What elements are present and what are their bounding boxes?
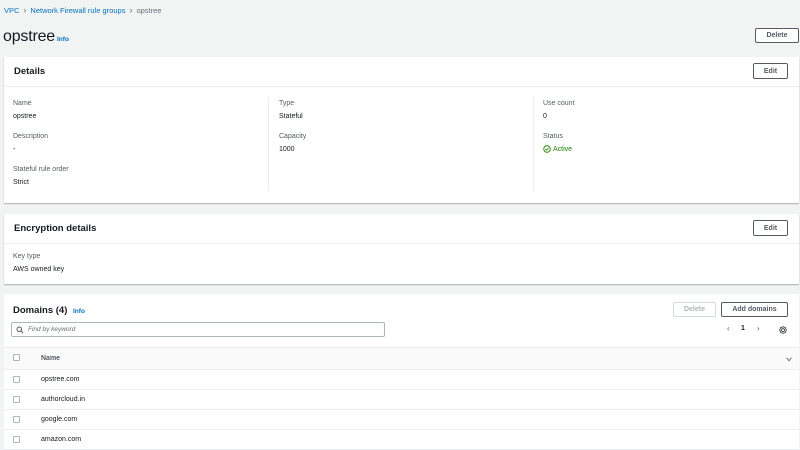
chevron-right-icon: › [129, 5, 133, 15]
encryption-panel: Encryption details Edit Key type AWS own… [4, 214, 799, 284]
add-domains-button[interactable]: Add domains [721, 302, 788, 317]
domains-title: Domains (4) [13, 305, 68, 316]
breadcrumb: VPC › Network Firewall rule groups › ops… [4, 5, 162, 15]
domains-delete-button[interactable]: Delete [673, 302, 716, 317]
capacity-label: Capacity [279, 133, 307, 140]
capacity-value: 1000 [279, 146, 295, 153]
page-title: opstree [3, 28, 55, 45]
rule-order-value: Strict [13, 179, 29, 186]
page-number[interactable]: 1 [741, 325, 745, 332]
rule-order-label: Stateful rule order [13, 166, 69, 173]
key-type-value: AWS owned key [13, 266, 65, 273]
details-title: Details [14, 66, 46, 77]
use-count-label: Use count [543, 100, 575, 107]
row-checkbox[interactable] [13, 416, 20, 423]
delete-rule-group-button[interactable]: Delete [755, 28, 799, 43]
type-label: Type [279, 100, 295, 107]
row-checkbox[interactable] [13, 396, 20, 403]
domain-name: authorcloud.in [41, 396, 85, 403]
details-edit-button[interactable]: Edit [753, 63, 788, 79]
column-divider [268, 97, 269, 191]
key-type-label: Key type [13, 253, 41, 260]
row-checkbox[interactable] [13, 376, 20, 383]
table-row[interactable]: authorcloud.in [4, 390, 799, 410]
column-divider [533, 97, 534, 191]
domain-name: amazon.com [41, 436, 82, 443]
table-row[interactable]: amazon.com [4, 430, 799, 450]
status-label: Status [543, 133, 563, 140]
breadcrumb-current: opstree [136, 5, 162, 15]
encryption-title: Encryption details [14, 223, 97, 234]
chevron-left-icon[interactable]: ‹ [727, 324, 730, 333]
row-checkbox[interactable] [13, 436, 20, 443]
gear-icon[interactable] [778, 325, 788, 335]
status-badge: Active [543, 145, 572, 153]
breadcrumb-rule-groups[interactable]: Network Firewall rule groups [30, 6, 125, 15]
search-icon [16, 326, 24, 333]
name-value: opstree [13, 113, 37, 120]
sort-icon[interactable] [786, 357, 792, 362]
domains-info-link[interactable]: Info [73, 308, 85, 315]
status-value: Active [553, 145, 573, 153]
encryption-edit-button[interactable]: Edit [753, 220, 788, 236]
table-row[interactable]: google.com [4, 410, 799, 430]
table-header: Name [4, 347, 799, 370]
table-row[interactable]: opstree.com [4, 370, 799, 390]
select-all-checkbox[interactable] [13, 354, 20, 361]
type-value: Stateful [279, 113, 303, 120]
encryption-header: Encryption details [4, 214, 799, 244]
domain-name: opstree.com [41, 376, 80, 383]
column-header-name[interactable]: Name [41, 355, 60, 362]
search-input[interactable] [28, 326, 368, 333]
chevron-right-icon[interactable]: › [757, 324, 760, 333]
breadcrumb-vpc[interactable]: VPC [4, 6, 19, 15]
title-info-link[interactable]: Info [57, 36, 69, 43]
description-value: - [13, 146, 16, 153]
domain-name: google.com [41, 416, 78, 423]
check-circle-icon [543, 145, 551, 153]
description-label: Description [13, 133, 49, 140]
chevron-right-icon: › [23, 5, 27, 15]
name-label: Name [13, 100, 32, 107]
use-count-value: 0 [543, 113, 547, 120]
details-panel: Details Edit Name opstree Description - … [4, 57, 799, 203]
details-header: Details [4, 57, 799, 87]
search-box[interactable] [11, 322, 385, 337]
